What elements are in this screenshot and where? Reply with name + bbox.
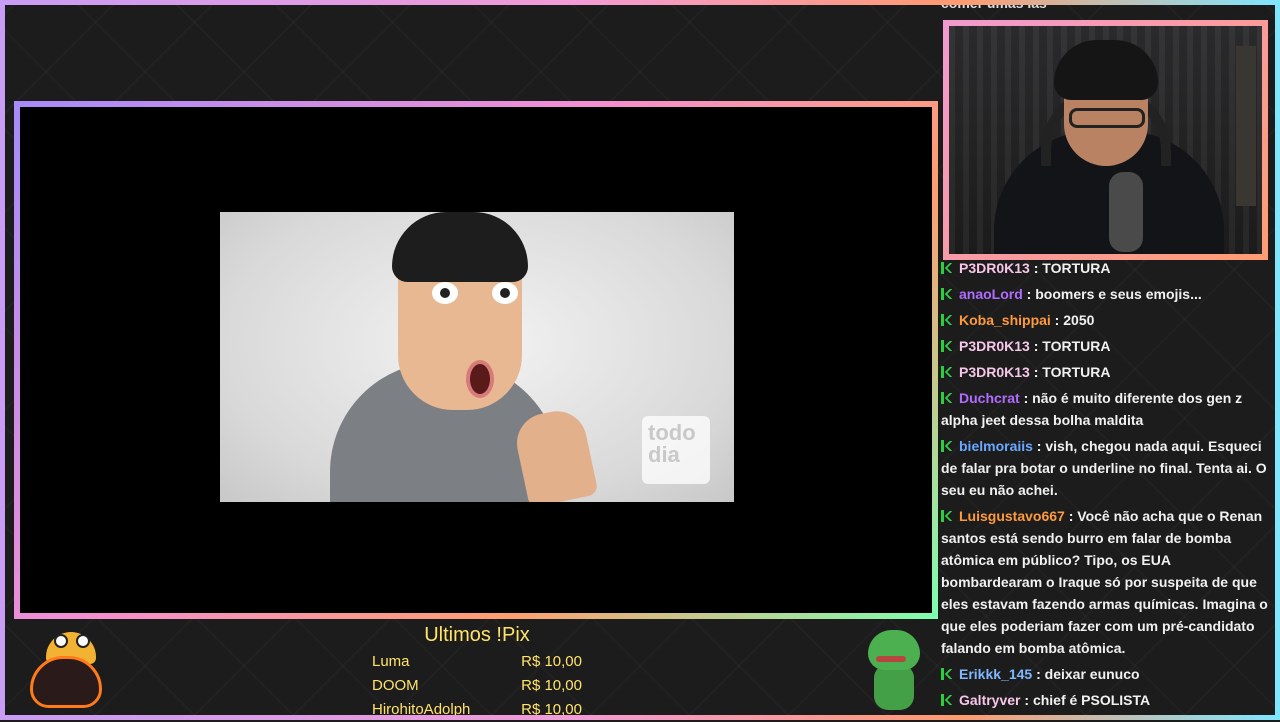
- pix-row: Luma R$ 10,00: [372, 650, 582, 674]
- chat-separator: :: [1019, 390, 1033, 406]
- chat-message-text: 2050: [1063, 312, 1095, 328]
- logo-line-2: dia: [648, 442, 680, 467]
- kick-badge-icon: [941, 668, 953, 680]
- pix-donor-name: Luma: [372, 653, 410, 670]
- chat-separator: :: [1029, 260, 1043, 276]
- main-video[interactable]: todo dia: [20, 107, 932, 613]
- kick-badge-icon: [941, 366, 953, 378]
- chat-message-text: Você não acha que o Renan santos está se…: [941, 508, 1268, 656]
- chat-username[interactable]: P3DR0K13: [959, 364, 1030, 380]
- person-hair: [392, 212, 528, 282]
- pix-amount: R$ 10,00: [521, 677, 582, 694]
- chat-username[interactable]: Galtryver: [959, 692, 1020, 708]
- chat-separator: :: [1022, 286, 1036, 302]
- right-eye: [492, 282, 518, 304]
- logo-line-1: todo: [648, 420, 696, 445]
- chat-message: Erikkk_145 : deixar eunuco: [941, 663, 1271, 685]
- chat-separator: :: [1020, 692, 1033, 708]
- chat-username[interactable]: Duchcrat: [959, 390, 1020, 406]
- chat-separator: :: [1032, 666, 1045, 682]
- chat-message: Duchcrat : não é muito diferente dos gen…: [941, 387, 1271, 431]
- chat-message: anaoLord : boomers e seus emojis...: [941, 283, 1271, 305]
- pix-title: Ultimos !Pix: [424, 624, 530, 646]
- pix-row: HirohitoAdolph R$ 10,00: [372, 698, 582, 722]
- mascot-eye: [54, 634, 68, 648]
- chat-separator: :: [1050, 312, 1064, 328]
- pix-list: Luma R$ 10,00 DOOM R$ 10,00 HirohitoAdolph R$…: [372, 650, 582, 722]
- chat-message-text: deixar eunuco: [1044, 666, 1140, 682]
- chat-username[interactable]: Koba_shippai: [959, 312, 1051, 328]
- chat-username[interactable]: bielmoraiis: [959, 438, 1033, 454]
- pix-amount: R$ 10,00: [521, 653, 582, 670]
- pix-donations-panel: Ultimos !Pix Luma R$ 10,00 DOOM R$ 10,00 Hir…: [372, 622, 582, 722]
- chat-username[interactable]: P3DR0K13: [959, 338, 1030, 354]
- kick-badge-icon: [941, 694, 953, 706]
- chat-message: Galtryver : chief é PSOLISTA: [941, 689, 1271, 711]
- kick-badge-icon: [941, 510, 953, 522]
- chat-message: Luisgustavo667 : Você não acha que o Ren…: [941, 505, 1271, 659]
- orange-mascot-icon: [24, 630, 104, 710]
- frog-body: [874, 664, 914, 710]
- pix-amount: R$ 10,00: [521, 701, 582, 718]
- surprised-mouth: [466, 360, 494, 398]
- video-clip: todo dia: [220, 212, 734, 502]
- kick-badge-icon: [941, 392, 953, 404]
- kick-badge-icon: [941, 288, 953, 300]
- chat-message: P3DR0K13 : TORTURA: [941, 361, 1271, 383]
- chat-username[interactable]: Luisgustavo667: [959, 508, 1065, 524]
- kick-badge-icon: [941, 314, 953, 326]
- chat-message-text: TORTURA: [1042, 338, 1111, 354]
- kick-badge-icon: [941, 440, 953, 452]
- chat-separator: :: [1032, 438, 1046, 454]
- main-video-frame: todo dia: [14, 101, 938, 619]
- pepe-frog-icon: [864, 630, 924, 714]
- chat-username[interactable]: P3DR0K13: [959, 260, 1030, 276]
- pix-donor-name: HirohitoAdolph: [372, 701, 471, 718]
- chat-message-text: boomers e seus emojis...: [1035, 286, 1202, 302]
- mascot-eye: [76, 634, 90, 648]
- kick-badge-icon: [941, 262, 953, 274]
- kick-badge-icon: [941, 340, 953, 352]
- chat-username[interactable]: Erikkk_145: [959, 666, 1032, 682]
- chat-message: Koba_shippai : 2050: [941, 309, 1271, 331]
- chat-message-list: P3DR0K13 : TORTURA anaoLord : boomers e s…: [941, 257, 1271, 715]
- pix-donor-name: DOOM: [372, 677, 419, 694]
- chat-message-text: TORTURA: [1042, 260, 1111, 276]
- chat-partial-message: comer umas las: [941, 0, 1047, 11]
- chat-panel: comer umas las P3DR0K13 : TORTURA anaoLor…: [941, 0, 1273, 716]
- chat-message: P3DR0K13 : TORTURA: [941, 335, 1271, 357]
- chat-message: P3DR0K13 : TORTURA: [941, 257, 1271, 279]
- chat-message: bielmoraiis : vish, chegou nada aqui. Es…: [941, 435, 1271, 501]
- pix-row: DOOM R$ 10,00: [372, 674, 582, 698]
- chat-message-text: chief é PSOLISTA: [1032, 692, 1151, 708]
- chat-separator: :: [1029, 338, 1043, 354]
- chat-separator: :: [1064, 508, 1078, 524]
- chat-username[interactable]: anaoLord: [959, 286, 1023, 302]
- todo-dia-logo: todo dia: [642, 416, 710, 484]
- left-eye: [432, 282, 458, 304]
- frog-head: [868, 630, 920, 670]
- chat-separator: :: [1029, 364, 1043, 380]
- chat-message-text: TORTURA: [1042, 364, 1111, 380]
- frog-mouth: [876, 656, 906, 662]
